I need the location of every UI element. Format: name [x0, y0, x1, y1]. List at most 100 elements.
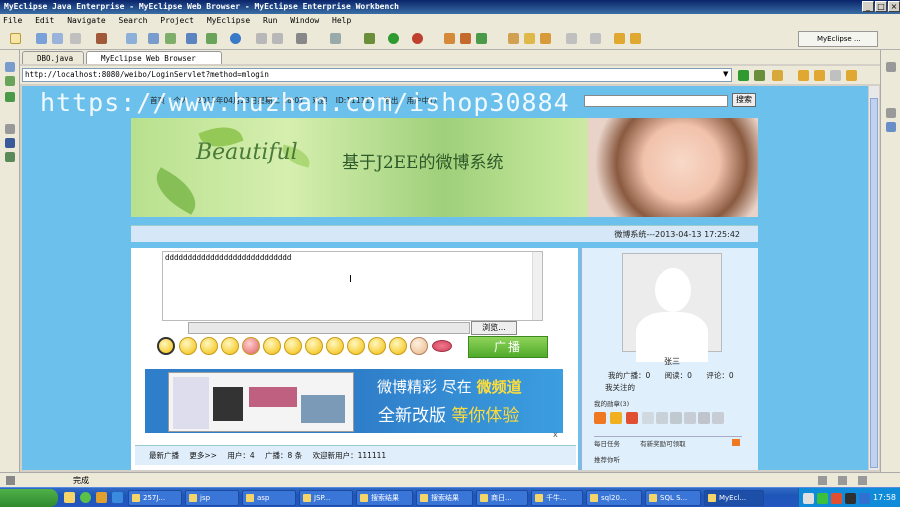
task-button[interactable]: 257J...: [128, 490, 182, 506]
console-icon[interactable]: [5, 152, 15, 162]
task-button[interactable]: 搜索结果: [416, 490, 473, 506]
restore-right-icon[interactable]: [886, 62, 896, 72]
class-icon[interactable]: [460, 33, 471, 44]
url-dropdown-icon[interactable]: ▼: [723, 70, 728, 78]
tools-icon[interactable]: [330, 33, 341, 44]
emoji-victory-icon[interactable]: [410, 337, 428, 355]
save-all-icon[interactable]: [52, 33, 63, 44]
tab-dbo-java[interactable]: DBO.java: [22, 51, 84, 64]
close-button[interactable]: ×: [888, 1, 900, 12]
quicklaunch-app-icon[interactable]: [96, 492, 107, 503]
menu-navigate[interactable]: Navigate: [67, 16, 106, 25]
menu-window[interactable]: Window: [290, 16, 319, 25]
quicklaunch-app-icon[interactable]: [80, 492, 91, 503]
browser-forward-icon[interactable]: [814, 70, 825, 81]
ad-close-icon[interactable]: x: [553, 430, 558, 439]
minimize-button[interactable]: _: [862, 1, 874, 12]
menu-project[interactable]: Project: [160, 16, 194, 25]
quicklaunch-app-icon[interactable]: [112, 492, 123, 503]
more-link[interactable]: 更多>>: [189, 451, 217, 460]
emoji-heart-icon[interactable]: [242, 337, 260, 355]
restore-icon[interactable]: [5, 62, 15, 72]
task-button[interactable]: SQL S...: [645, 490, 701, 506]
medal-locked-icon[interactable]: [656, 412, 668, 424]
globe-icon[interactable]: [230, 33, 241, 44]
tray-icon[interactable]: [845, 493, 856, 504]
task-button-active[interactable]: MyEcl...: [704, 490, 764, 506]
emoji-shy-icon[interactable]: [284, 337, 302, 355]
debug-icon[interactable]: [364, 33, 375, 44]
print-icon[interactable]: [70, 33, 81, 44]
emoji-cry-icon[interactable]: [221, 337, 239, 355]
post-textarea-scrollbar[interactable]: [532, 252, 542, 320]
emoji-cool-icon[interactable]: [305, 337, 323, 355]
tray-icon[interactable]: [817, 493, 828, 504]
next-annotation-icon[interactable]: [566, 33, 577, 44]
my-broadcasts[interactable]: 我的广播：0: [608, 371, 650, 380]
menu-run[interactable]: Run: [263, 16, 277, 25]
save-icon[interactable]: [36, 33, 47, 44]
deploy-icon[interactable]: [126, 33, 137, 44]
perspective-myeclipse[interactable]: MyEclipse ...: [798, 31, 878, 47]
site-search-input[interactable]: [584, 95, 728, 107]
task-button[interactable]: JSP...: [299, 490, 353, 506]
new-web-icon[interactable]: [186, 33, 197, 44]
menu-help[interactable]: Help: [332, 16, 351, 25]
servers-icon[interactable]: [5, 138, 15, 148]
emoji-sad-icon[interactable]: [179, 337, 197, 355]
quicklaunch-folder-icon[interactable]: [64, 492, 75, 503]
back-icon[interactable]: [614, 33, 625, 44]
task-button[interactable]: jsp: [185, 490, 239, 506]
following-link[interactable]: 我关注的: [605, 382, 635, 393]
external-tools-icon[interactable]: [412, 33, 423, 44]
undo-icon[interactable]: [256, 33, 267, 44]
url-input[interactable]: http://localhost:8080/weibo/LoginServlet…: [22, 68, 732, 82]
post-textarea[interactable]: dddddddddddddddddddddddddddd: [162, 251, 543, 321]
browse-button[interactable]: 浏览...: [471, 321, 517, 335]
emoji-laugh-icon[interactable]: [389, 337, 407, 355]
emoji-sweat-icon[interactable]: [368, 337, 386, 355]
prev-annotation-icon[interactable]: [590, 33, 601, 44]
site-search-button[interactable]: 搜索: [732, 93, 756, 107]
daily-task[interactable]: 每日任务 有新奖励可领取: [594, 436, 742, 448]
medal-locked-icon[interactable]: [712, 412, 724, 424]
debug-page-icon[interactable]: [754, 70, 765, 81]
medal-icon[interactable]: [626, 412, 638, 424]
folder-icon[interactable]: [508, 33, 519, 44]
emoji-angry-icon[interactable]: [347, 337, 365, 355]
emoji-wink-icon[interactable]: [263, 337, 281, 355]
pencil-icon[interactable]: [524, 33, 535, 44]
new-class-icon[interactable]: [206, 33, 217, 44]
medal-locked-icon[interactable]: [684, 412, 696, 424]
open-resource-icon[interactable]: [165, 33, 176, 44]
tray-icon[interactable]: [831, 493, 842, 504]
js-icon[interactable]: [772, 70, 783, 81]
profile-username[interactable]: 张三: [664, 356, 680, 367]
tab-web-browser[interactable]: MyEclipse Web Browser: [86, 51, 222, 64]
minimize-view-icon[interactable]: [5, 124, 15, 134]
minimize-right-icon[interactable]: [886, 108, 896, 118]
task-button[interactable]: asp: [242, 490, 296, 506]
menu-search[interactable]: Search: [119, 16, 148, 25]
tray-icon[interactable]: [803, 493, 814, 504]
status-icon[interactable]: [818, 476, 827, 485]
emoji-grin-icon[interactable]: [200, 337, 218, 355]
go-icon[interactable]: [738, 70, 749, 81]
browser-back-icon[interactable]: [798, 70, 809, 81]
medal-locked-icon[interactable]: [670, 412, 682, 424]
emoji-lips-icon[interactable]: [432, 340, 452, 352]
broadcast-button[interactable]: 广播: [468, 336, 548, 358]
medal-locked-icon[interactable]: [698, 412, 710, 424]
maximize-button[interactable]: □: [875, 1, 887, 12]
status-icon[interactable]: [838, 476, 847, 485]
new-icon[interactable]: [10, 33, 21, 44]
clock[interactable]: 17:58: [873, 488, 896, 507]
medal-icon[interactable]: [610, 412, 622, 424]
search-tool-icon[interactable]: [540, 33, 551, 44]
daily-reward-text[interactable]: 有新奖励可领取: [640, 440, 686, 448]
refresh-icon[interactable]: [476, 33, 487, 44]
tray-icon[interactable]: [859, 493, 870, 504]
forward-icon[interactable]: [630, 33, 641, 44]
menu-myeclipse[interactable]: MyEclipse: [207, 16, 250, 25]
task-button[interactable]: 千牛...: [531, 490, 583, 506]
